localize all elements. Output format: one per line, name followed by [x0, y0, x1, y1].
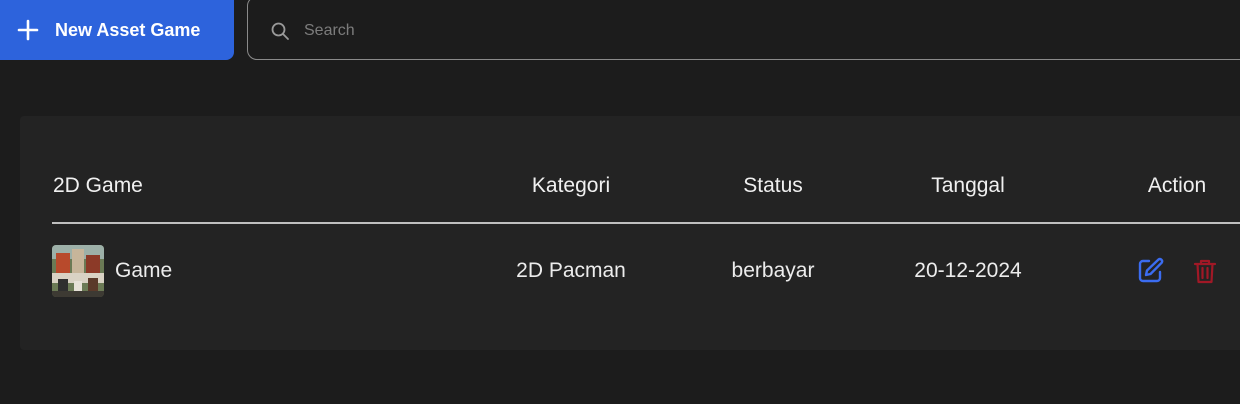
- column-header-status: Status: [743, 174, 803, 197]
- search-bar[interactable]: [247, 0, 1240, 60]
- game-kategori: 2D Pacman: [516, 259, 626, 282]
- new-asset-game-label: New Asset Game: [55, 19, 201, 40]
- plus-icon: [17, 19, 39, 41]
- new-asset-game-button[interactable]: New Asset Game: [0, 0, 234, 60]
- search-input[interactable]: [302, 21, 906, 41]
- page: New Asset Game 2D Game Kategori Status T…: [0, 0, 1240, 404]
- column-header-action: Action: [1147, 174, 1207, 197]
- delete-icon[interactable]: [1189, 255, 1221, 287]
- edit-icon[interactable]: [1134, 255, 1166, 287]
- table-row: Game 2D Pacman berbayar 20-12-2024: [20, 223, 1240, 321]
- search-icon: [271, 22, 289, 40]
- game-name: Game: [115, 259, 173, 282]
- game-thumbnail: [52, 245, 104, 297]
- column-header-tanggal: Tanggal: [931, 174, 1005, 197]
- column-header-kategori: Kategori: [531, 174, 611, 197]
- asset-table-card: 2D Game Kategori Status Tanggal Action G…: [20, 116, 1240, 350]
- column-header-2d-game: 2D Game: [53, 174, 143, 197]
- game-status: berbayar: [731, 259, 815, 282]
- game-tanggal: 20-12-2024: [914, 259, 1022, 282]
